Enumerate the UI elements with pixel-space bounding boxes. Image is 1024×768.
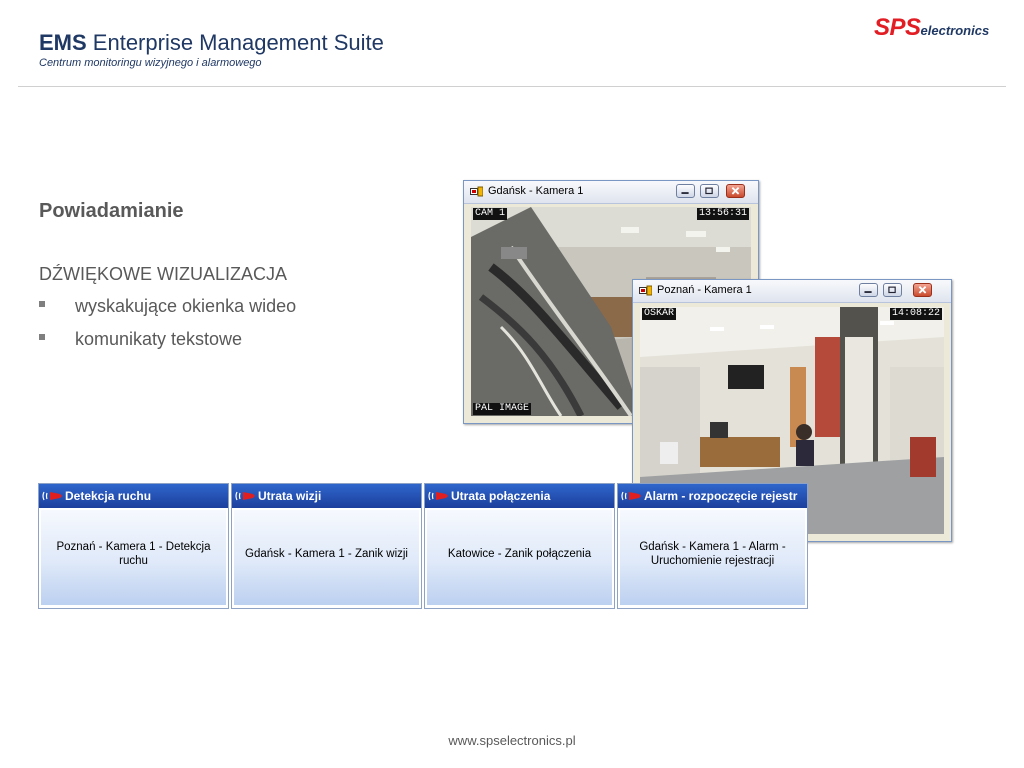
alert-message: Poznań - Kamera 1 - Detekcja ruchu [56, 540, 211, 567]
osd-format-label: PAL IMAGE [473, 403, 532, 415]
maximize-button[interactable] [700, 184, 719, 198]
logo-main: SPS [874, 14, 921, 41]
alert-popup[interactable]: Utrata wizji Gdańsk - Kamera 1 - Zanik w… [231, 483, 422, 609]
alert-title: Utrata wizji [258, 489, 322, 503]
app-title-bold: EMS [39, 30, 87, 55]
minimize-icon [864, 291, 872, 293]
alert-titlebar: Detekcja ruchu [39, 484, 228, 508]
maximize-button[interactable] [883, 283, 902, 297]
square-bullet-icon [39, 334, 45, 341]
camera-window-icon [470, 186, 483, 197]
maximize-icon [705, 187, 713, 195]
alert-titlebar: Alarm - rozpoczęcie rejestr [618, 484, 807, 508]
company-logo: SPSelectronics [874, 14, 989, 42]
osd-camera-label: OSKAR [642, 308, 677, 320]
alert-title: Alarm - rozpoczęcie rejestr [644, 489, 798, 503]
alert-body: Gdańsk - Kamera 1 - Zanik wizji [234, 510, 419, 605]
close-icon [918, 286, 927, 294]
bullet-text: komunikaty tekstowe [75, 329, 243, 349]
close-button[interactable] [913, 283, 932, 297]
bullet-item: wyskakujące okienka wideo [39, 296, 296, 317]
alert-popup[interactable]: Detekcja ruchu Poznań - Kamera 1 - Detek… [38, 483, 229, 609]
window-titlebar[interactable]: Gdańsk - Kamera 1 [464, 181, 758, 204]
close-button[interactable] [726, 184, 745, 198]
alert-body: Katowice - Zanik połączenia [427, 510, 612, 605]
alert-body: Poznań - Kamera 1 - Detekcja ruchu [41, 510, 226, 605]
maximize-icon [888, 286, 896, 294]
alert-titlebar: Utrata połączenia [425, 484, 614, 508]
osd-timestamp: 14:08:22 [889, 308, 942, 320]
logo-sub: electronics [920, 23, 990, 38]
section-heading: Powiadamianie [39, 200, 184, 222]
app-subtitle: Centrum monitoringu wizyjnego i alarmowe… [39, 57, 262, 69]
alarm-siren-icon [42, 491, 62, 501]
minimize-button[interactable] [676, 184, 695, 198]
header-divider [18, 86, 1006, 87]
category-label: DŹWIĘKOWE WIZUALIZACJA [39, 264, 288, 284]
bullet-item: komunikaty tekstowe [39, 329, 242, 350]
minimize-icon [681, 192, 689, 194]
bullet-text: wyskakujące okienka wideo [75, 296, 297, 316]
app-title: EMS Enterprise Management Suite [39, 30, 384, 56]
osd-timestamp: 13:56:31 [696, 208, 749, 220]
window-title: Poznań - Kamera 1 [657, 284, 752, 296]
alert-message: Gdańsk - Kamera 1 - Alarm - Uruchomienie… [639, 540, 786, 567]
alert-titlebar: Utrata wizji [232, 484, 421, 508]
alarm-siren-icon [235, 491, 255, 501]
alarm-siren-icon [428, 491, 448, 501]
square-bullet-icon [39, 301, 45, 308]
alarm-siren-icon [621, 491, 641, 501]
osd-camera-label: CAM 1 [473, 208, 508, 220]
alert-popup[interactable]: Utrata połączenia Katowice - Zanik połąc… [424, 483, 615, 609]
footer-url: www.spselectronics.pl [448, 733, 576, 748]
alert-body: Gdańsk - Kamera 1 - Alarm - Uruchomienie… [620, 510, 805, 605]
alert-message: Gdańsk - Kamera 1 - Zanik wizji [245, 547, 408, 560]
minimize-button[interactable] [859, 283, 878, 297]
alert-title: Detekcja ruchu [65, 489, 152, 503]
app-title-rest: Enterprise Management Suite [86, 30, 384, 55]
alert-title: Utrata połączenia [451, 489, 551, 503]
camera-window-icon [639, 285, 652, 296]
alert-message: Katowice - Zanik połączenia [447, 547, 592, 560]
window-titlebar[interactable]: Poznań - Kamera 1 [633, 280, 951, 303]
window-title: Gdańsk - Kamera 1 [488, 185, 584, 197]
close-icon [731, 187, 740, 195]
alert-popup[interactable]: Alarm - rozpoczęcie rejestr Gdańsk - Kam… [617, 483, 808, 609]
